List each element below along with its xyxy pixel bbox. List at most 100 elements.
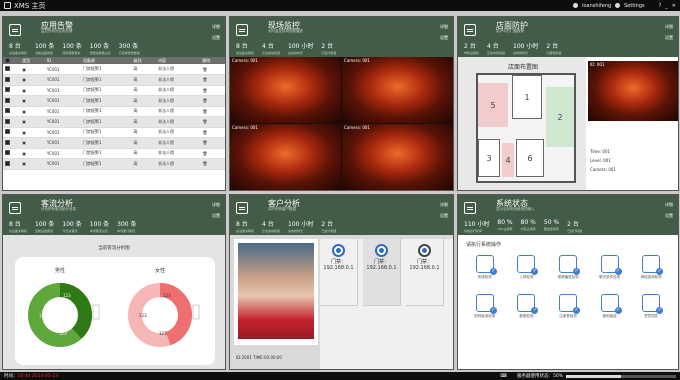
camera-feed[interactable]: Camera: 001: [342, 57, 453, 123]
op-label: 网络游戏检测: [640, 275, 662, 279]
room-6[interactable]: 6: [516, 139, 544, 177]
table-cell: 门禁报警1: [80, 74, 132, 86]
customer-photo-card[interactable]: [234, 239, 318, 345]
room-4[interactable]: 4: [502, 143, 514, 177]
table-cell: 非法人侵: [156, 137, 201, 149]
system-op-button[interactable]: 上网检测: [506, 255, 548, 280]
row-checkbox[interactable]: [5, 76, 10, 82]
detail-link[interactable]: 详细: [440, 21, 448, 32]
detail-link[interactable]: 详细: [212, 21, 220, 32]
room-1[interactable]: 1: [512, 75, 542, 119]
detail-link[interactable]: 详细: [212, 199, 220, 210]
alarm-type-icon: ▣: [20, 158, 45, 170]
stat-item: 2 台已运行机组: [321, 219, 336, 234]
system-op-button[interactable]: 聊天软件检测: [589, 255, 631, 280]
room-5[interactable]: 5: [478, 83, 508, 127]
row-checkbox[interactable]: [5, 139, 10, 145]
system-op-button[interactable]: 视频播放检测: [547, 255, 589, 280]
delete-icon[interactable]: 🗑: [200, 95, 225, 107]
table-row[interactable]: ▣ YC001 门禁报警1 高非法人侵 🗑: [3, 64, 225, 75]
stat-label: 今日总客流: [62, 229, 78, 233]
delete-icon[interactable]: 🗑: [200, 74, 225, 86]
stat-value: 2 台: [321, 43, 334, 50]
room-2[interactable]: 3: [478, 139, 500, 177]
row-checkbox[interactable]: [5, 118, 10, 124]
table-cell: 非法人侵: [156, 64, 201, 75]
settings-icon[interactable]: [615, 3, 621, 8]
delete-icon[interactable]: 🗑: [200, 64, 225, 75]
column-header: ID: [44, 57, 81, 64]
door-device[interactable]: 门禁：192.168.0.1: [406, 239, 444, 306]
system-op-button[interactable]: 数据检测: [506, 294, 548, 319]
stat-item: 100 条当前设备客流: [35, 219, 54, 234]
door-device[interactable]: 门禁：192.168.0.1: [320, 239, 358, 306]
row-checkbox[interactable]: [5, 108, 10, 114]
table-row[interactable]: ▣ YC001 门禁报警1 高非法人侵 🗑: [3, 158, 225, 170]
camera-feed[interactable]: Camera: 001: [230, 124, 341, 190]
clipboard-icon: [236, 202, 248, 214]
delete-icon[interactable]: 🗑: [200, 127, 225, 138]
title-bar: XMS 主页 loanshifeng Settings ? _ ✕: [0, 0, 680, 11]
camera-feed[interactable]: Camera: 001: [342, 124, 453, 190]
delete-icon[interactable]: 🗑: [200, 85, 225, 96]
select-all-checkbox[interactable]: [5, 57, 10, 63]
table-row[interactable]: ▣ YC001 门禁报警1 高非法人侵 🗑: [3, 137, 225, 149]
table-row[interactable]: ▣ YC001 门禁报警1 高非法人侵 🗑: [3, 95, 225, 107]
stat-item: 100 条本周客流占比: [90, 219, 109, 234]
check-op-icon: [600, 294, 622, 314]
check-op-icon: [475, 255, 497, 275]
minimize-button[interactable]: _: [665, 3, 668, 9]
row-checkbox[interactable]: [5, 129, 10, 135]
column-header: [3, 57, 21, 64]
check-op-icon: [517, 255, 539, 275]
detail-link[interactable]: 详细: [665, 199, 673, 210]
delete-icon[interactable]: 🗑: [200, 137, 225, 149]
row-checkbox[interactable]: [5, 150, 10, 156]
delete-icon[interactable]: 🗑: [200, 158, 225, 170]
delete-icon[interactable]: 🗑: [200, 106, 225, 117]
room-3[interactable]: 2: [546, 87, 574, 147]
table-row[interactable]: ▣ YC001 门禁报警1 高非法人侵 🗑: [3, 85, 225, 96]
system-op-button[interactable]: 使用痕迹: [589, 294, 631, 319]
help-icon[interactable]: ?: [659, 3, 662, 9]
user-name[interactable]: loanshifeng: [582, 3, 611, 9]
store-camera-view[interactable]: ID: 001: [588, 61, 678, 121]
stat-label: 当前设备客流: [35, 229, 54, 233]
detail-link[interactable]: 详细: [665, 21, 673, 32]
camera-feed[interactable]: Camera: 001: [230, 57, 341, 123]
stat-label: 已运行机组: [567, 229, 583, 233]
system-op-button[interactable]: 注册表检测: [547, 294, 589, 319]
clipboard-icon: [9, 24, 21, 36]
system-op-button[interactable]: 系统检测: [464, 255, 506, 280]
detail-link[interactable]: 详细: [440, 199, 448, 210]
row-checkbox[interactable]: [5, 160, 10, 166]
settings-link[interactable]: Settings: [624, 3, 645, 9]
check-op-icon: [558, 294, 580, 314]
system-op-button[interactable]: 密码破译检测: [464, 294, 506, 319]
table-cell: YC001: [44, 158, 81, 170]
stat-value: 100 小时: [288, 221, 314, 228]
system-op-button[interactable]: 网络游戏检测: [630, 255, 672, 280]
keyboard-icon[interactable]: ⌨: [500, 374, 507, 379]
customer-panel: 客户分析 实时识别客户数据 详细 设置 8 台总设备关联机 4 台正在启动机组 100…: [229, 194, 454, 370]
delete-icon[interactable]: 🗑: [200, 148, 225, 159]
system-op-button[interactable]: 恶意插件: [630, 294, 672, 319]
stat-label: 已完成告警数量: [118, 51, 140, 55]
delete-icon[interactable]: 🗑: [200, 116, 225, 128]
female-value-1: 123: [163, 293, 171, 298]
close-button[interactable]: ✕: [672, 3, 676, 9]
row-checkbox[interactable]: [5, 66, 10, 71]
row-checkbox[interactable]: [5, 97, 10, 103]
table-row[interactable]: ▣ YC001 门禁报警1 高非法人侵 🗑: [3, 127, 225, 138]
table-row[interactable]: ▣ YC001 门禁报警1 高非法人侵 🗑: [3, 74, 225, 86]
table-cell: YC001: [44, 64, 81, 75]
table-row[interactable]: ▣ YC001 门禁报警1 高非法人侵 🗑: [3, 116, 225, 128]
stat-label: 系统运行时间: [464, 229, 483, 233]
column-header: 类型: [20, 57, 45, 64]
table-cell: 高: [131, 127, 157, 138]
door-device[interactable]: 门禁：192.168.0.1: [363, 239, 401, 306]
table-row[interactable]: ▣ YC001 门禁报警1 高非法人侵 🗑: [3, 148, 225, 159]
traffic-chart-title: 当前客流分析图: [98, 246, 130, 251]
row-checkbox[interactable]: [5, 87, 10, 93]
table-row[interactable]: ▣ YC001 门禁报警1 高非法人侵 🗑: [3, 106, 225, 117]
